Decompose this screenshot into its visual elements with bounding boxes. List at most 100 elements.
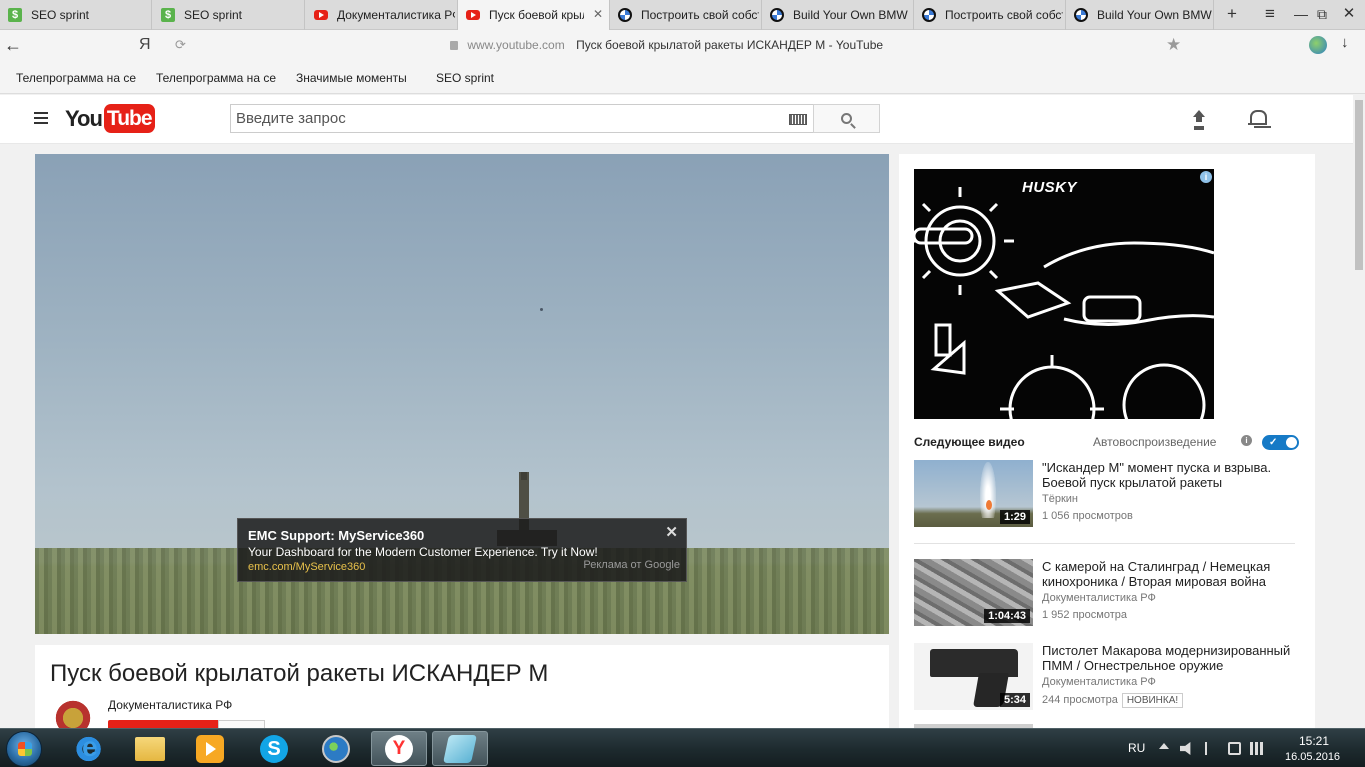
taskbar-file-explorer[interactable] [122,731,178,766]
channel-avatar[interactable] [51,700,95,730]
channel-name[interactable]: Документалистика РФ [108,698,232,712]
tab-label: Документалистика РФ [337,8,455,22]
tab-bmw-ru-2[interactable]: Построить свой собственный BMW [914,0,1066,30]
views-text: 244 просмотра [1042,694,1118,706]
windows-logo-icon [18,742,32,756]
yandex-browser-icon: Y [385,734,413,763]
file-explorer-icon [135,736,165,761]
keyboard-icon[interactable] [789,114,807,125]
tab-bmw-en-1[interactable]: Build Your Own BMW [762,0,914,30]
volume-icon[interactable] [1180,742,1191,755]
info-icon[interactable]: i [1241,435,1252,446]
downloads-icon[interactable]: ↓ [1341,34,1349,51]
tab-bmw-ru-1[interactable]: Построить свой собственный BMW [610,0,762,30]
tab-documentalistika[interactable]: Документалистика РФ [306,0,458,30]
minimize-button[interactable]: — [1290,4,1312,24]
youtube-icon [466,10,480,20]
tab-seo-sprint-1[interactable]: $ SEO sprint [0,0,152,30]
related-video-channel: Документалистика РФ [1042,592,1156,604]
autoplay-toggle[interactable]: ✓ [1262,435,1299,450]
tab-bmw-en-2[interactable]: Build Your Own BMW [1066,0,1214,30]
taskbar-media-player[interactable] [182,731,238,766]
hamburger-menu-icon[interactable] [34,112,48,124]
tray-expand-icon[interactable] [1159,743,1169,749]
back-button[interactable]: ← [4,35,24,56]
scrollbar-thumb[interactable] [1355,100,1363,270]
related-video-title[interactable]: С камерой на Сталинград / Немецкая кинох… [1042,559,1304,589]
notifications-bell-icon[interactable] [1248,109,1267,128]
related-video-views: 244 просмотра НОВИНКА! [1042,693,1184,708]
related-video-item[interactable]: 5:34 Пистолет Макарова модернизированный… [914,643,1304,713]
taskbar-skype[interactable]: S [246,731,302,766]
tab-close-icon[interactable]: ✕ [593,7,603,21]
related-video-item[interactable]: 1:29 "Искандер М" момент пуска и взрыва.… [914,460,1304,530]
tab-iskander-active[interactable]: Пуск боевой крылатой ракеты ИСКАНДЕР М ✕ [458,0,610,30]
taskbar-app[interactable] [432,731,488,766]
yandex-home-button[interactable]: Я [139,36,151,54]
restore-window-button[interactable]: ⧉ [1311,4,1333,24]
search-input[interactable] [231,105,771,132]
reload-button[interactable]: ⟳ [175,37,186,53]
close-window-button[interactable]: ✕ [1338,4,1360,24]
start-button[interactable] [6,731,42,767]
husky-display-ad[interactable]: HUSKY i [914,169,1214,419]
tab-label: SEO sprint [31,8,90,22]
youtube-logo[interactable]: You Tube [65,104,155,133]
tab-label: Build Your Own BMW [793,8,908,22]
related-video-item[interactable]: 1:04:43 С камерой на Сталинград / Немецк… [914,559,1304,629]
close-icon[interactable]: ✕ [665,523,678,541]
tab-seo-sprint-2[interactable]: $ SEO sprint [153,0,305,30]
page-scrollbar[interactable] [1353,95,1365,728]
related-video-channel: Тёркин [1042,493,1078,505]
globe-icon[interactable] [1309,36,1327,54]
bookmark-item[interactable]: Телепрограмма на се [16,71,141,85]
youtube-icon [314,10,328,20]
bookmark-item[interactable]: Телепрограмма на се [156,71,281,85]
taskbar-internet-explorer[interactable] [62,731,118,766]
url-field[interactable]: www.youtube.com Пуск боевой крылатой рак… [450,38,883,52]
taskbar-google-earth[interactable] [308,731,364,766]
browser-tab-strip: $ SEO sprint $ SEO sprint Документалисти… [0,0,1365,30]
related-video-views: 1 056 просмотров [1042,510,1133,522]
tab-label: Построить свой собственный BMW [945,8,1063,22]
tab-label: Построить свой собственный BMW [641,8,759,22]
bmw-icon [618,8,632,22]
video-thumbnail[interactable]: 5:34 [914,643,1033,710]
bookmark-item[interactable]: SEO sprint [436,71,494,85]
ad-title[interactable]: EMC Support: MyService360 [248,528,424,543]
video-duration: 5:34 [999,693,1030,707]
search-button[interactable] [813,104,880,133]
related-video-title[interactable]: Пистолет Макарова модернизированный ПММ … [1042,643,1304,673]
up-next-label: Следующее видео [914,435,1025,449]
ad-info-icon[interactable]: i [1200,171,1212,183]
new-tab-button[interactable]: + [1221,4,1243,24]
video-duration: 1:29 [999,510,1030,524]
seo-sprint-icon: $ [8,8,22,22]
ad-link[interactable]: emc.com/MyService360 [248,561,365,573]
video-player[interactable]: EMC Support: MyService360 Your Dashboard… [35,154,889,634]
clock-date[interactable]: 16.05.2016 [1285,751,1340,763]
skype-icon: S [260,734,288,763]
language-indicator[interactable]: RU [1128,741,1145,755]
app-icon [443,734,477,763]
bookmark-star-icon[interactable]: ★ [1166,35,1181,55]
youtube-header: You Tube [0,95,1353,144]
ad-description[interactable]: Your Dashboard for the Modern Customer E… [248,545,598,559]
bookmarks-bar: Телепрограмма на се Телепрограмма на се … [0,62,1365,94]
video-thumbnail[interactable]: 1:29 [914,460,1033,527]
flag-icon[interactable] [1205,742,1218,755]
browser-menu-button[interactable]: ≡ [1259,4,1281,24]
new-badge: НОВИНКА! [1121,693,1184,708]
player-ad-overlay[interactable]: EMC Support: MyService360 Your Dashboard… [237,518,687,582]
url-host: www.youtube.com [467,38,565,52]
clock-time[interactable]: 15:21 [1299,734,1329,748]
taskbar-yandex-browser[interactable]: Y [371,731,427,766]
related-video-title[interactable]: "Искандер М" момент пуска и взрыва. Боев… [1042,460,1304,490]
network-icon[interactable] [1228,742,1241,755]
bookmark-item[interactable]: Значимые моменты [296,71,407,85]
video-thumbnail[interactable]: 1:04:43 [914,559,1033,626]
missile-launcher-top [521,472,527,480]
signal-icon[interactable] [1250,742,1265,755]
upload-icon[interactable] [1190,110,1208,128]
logo-you-text: You [65,105,103,131]
